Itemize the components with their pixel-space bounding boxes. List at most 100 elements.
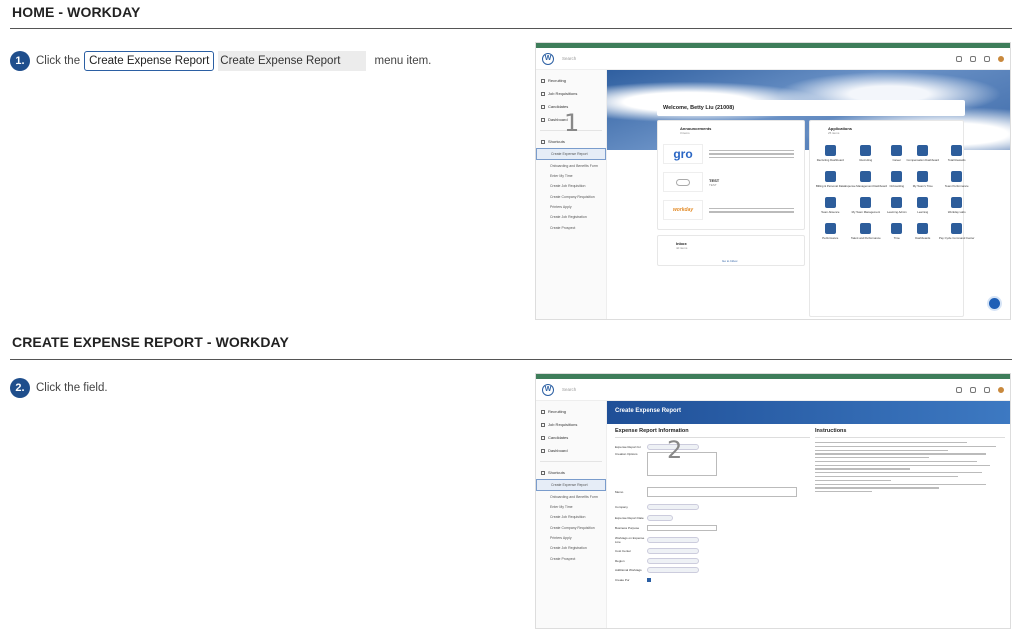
inbox-icon[interactable] bbox=[970, 386, 976, 393]
app-icon bbox=[951, 197, 963, 208]
app-tile[interactable]: Compensation Dashboard bbox=[907, 145, 939, 162]
sidebar-item-dashboard[interactable]: Dashboard bbox=[536, 444, 606, 457]
app-icon bbox=[824, 223, 836, 234]
search-input[interactable]: Search bbox=[562, 387, 576, 392]
search-input[interactable]: Search bbox=[562, 56, 576, 61]
checkbox[interactable] bbox=[647, 577, 651, 582]
inbox-icon[interactable] bbox=[970, 55, 976, 62]
notifications-icon[interactable] bbox=[956, 386, 962, 393]
app-tile[interactable]: Workday Labs bbox=[939, 197, 974, 214]
requisitions-icon bbox=[541, 422, 545, 427]
step-1: 1. Click the Create Expense Report Creat… bbox=[10, 51, 431, 71]
shortcut-item[interactable]: Create Job Registration bbox=[536, 212, 606, 222]
app-tile[interactable]: Pay Cycle Command Center bbox=[939, 223, 974, 240]
cloud-icon bbox=[676, 178, 690, 186]
avatar[interactable] bbox=[998, 55, 1004, 62]
step-number-badge: 1. bbox=[10, 51, 30, 71]
app-icon bbox=[951, 145, 963, 156]
step-instruction: Click the field. bbox=[36, 382, 108, 394]
app-tile[interactable]: Expense Management Dashboard bbox=[845, 171, 887, 188]
sidebar-item-recruiting[interactable]: Recruiting bbox=[536, 405, 606, 418]
applications-grid: Recruiting Dashboard Recruiting Career Comp… bbox=[816, 145, 974, 240]
additional-worktags-field[interactable] bbox=[647, 567, 699, 574]
app-icon bbox=[917, 171, 929, 182]
business-purpose-field[interactable] bbox=[647, 524, 717, 531]
app-tile[interactable]: Learning Admin bbox=[887, 197, 907, 214]
requisitions-icon bbox=[541, 91, 545, 96]
avatar[interactable] bbox=[998, 386, 1004, 393]
shortcut-item[interactable]: Create Job Requisition bbox=[536, 512, 606, 522]
region-field[interactable] bbox=[647, 557, 699, 564]
app-tile[interactable]: Time bbox=[887, 223, 906, 240]
sidebar: Recruiting Job Requisitions Candidates D… bbox=[536, 401, 607, 628]
app-label: Career bbox=[892, 158, 902, 162]
app-tile[interactable]: My Team Management bbox=[845, 197, 887, 214]
app-tile[interactable]: Team Absence bbox=[816, 197, 845, 214]
workday-logo: W bbox=[542, 52, 554, 65]
shortcut-item[interactable]: Printers Apply bbox=[536, 202, 606, 212]
shortcut-create-expense-report[interactable]: Create Expense Report bbox=[536, 479, 606, 492]
app-icon bbox=[917, 145, 929, 156]
app-tile[interactable]: Recruiting Dashboard bbox=[816, 145, 845, 162]
inbox-count: 4d items bbox=[676, 246, 688, 250]
shortcut-item[interactable]: Create Job Registration bbox=[536, 543, 606, 553]
shortcut-item[interactable]: Create Job Requisition bbox=[536, 181, 606, 191]
shortcut-item[interactable]: Create Company Requisition bbox=[536, 192, 606, 202]
app-tile[interactable]: Recruiting bbox=[845, 145, 887, 162]
app-tile[interactable]: Team Performance bbox=[939, 171, 974, 188]
app-tile[interactable]: Learning bbox=[907, 197, 940, 214]
memo-field[interactable] bbox=[647, 486, 797, 497]
app-label: My Team's Time bbox=[912, 184, 933, 188]
dashboard-icon bbox=[541, 117, 545, 122]
cost-center-field[interactable] bbox=[647, 548, 699, 555]
shortcut-item[interactable]: Enter My Time bbox=[536, 502, 606, 512]
expense-report-form: Expense Report Information Expense Repor… bbox=[615, 428, 810, 585]
sidebar-item-recruiting[interactable]: Recruiting bbox=[536, 74, 606, 87]
sidebar-item-job-requisitions[interactable]: Job Requisitions bbox=[536, 87, 606, 100]
app-icon bbox=[951, 171, 963, 182]
workday-header: W Search bbox=[536, 48, 1010, 70]
worktags-field[interactable] bbox=[647, 536, 699, 543]
sidebar-item-candidates[interactable]: Candidates bbox=[536, 431, 606, 444]
sidebar-item-job-requisitions[interactable]: Job Requisitions bbox=[536, 418, 606, 431]
app-tile[interactable]: My Team's Time bbox=[907, 171, 940, 188]
app-tile[interactable]: Talent and Performance bbox=[845, 223, 887, 240]
shortcut-create-expense-report[interactable]: Create Expense Report bbox=[536, 148, 606, 161]
company-field[interactable] bbox=[647, 503, 699, 510]
app-label: Recruiting Dashboard bbox=[816, 158, 844, 162]
shortcut-item[interactable]: Enter My Time bbox=[536, 171, 606, 181]
chat-icon[interactable] bbox=[984, 55, 990, 62]
notifications-icon[interactable] bbox=[956, 55, 962, 62]
app-label: My Team Management bbox=[851, 210, 881, 214]
announcement-item[interactable]: TEST TEST bbox=[663, 171, 803, 193]
app-tile[interactable]: Onboarding bbox=[887, 171, 906, 188]
announcement-item[interactable]: workday bbox=[663, 199, 803, 221]
app-icon bbox=[891, 223, 903, 234]
shortcut-item[interactable]: Printers Apply bbox=[536, 533, 606, 543]
workday-home-screenshot: W Search Recruiting Job Requisitions Can… bbox=[535, 42, 1011, 320]
assistant-button[interactable] bbox=[987, 296, 1002, 311]
shortcut-item[interactable]: Onboarding and Benefits Form bbox=[536, 491, 606, 501]
app-tile[interactable]: Career bbox=[887, 145, 906, 162]
app-tile[interactable]: Billing & Personal Data bbox=[816, 171, 845, 188]
instructions-text bbox=[815, 442, 1005, 493]
app-tile[interactable]: Total Rewards bbox=[939, 145, 974, 162]
shortcuts-heading: Shortcuts bbox=[536, 466, 606, 479]
shortcut-item[interactable]: Create Prospect bbox=[536, 554, 606, 564]
shortcut-item[interactable]: Create Prospect bbox=[536, 223, 606, 233]
app-tile[interactable]: Performance bbox=[816, 223, 845, 240]
app-icon bbox=[824, 145, 836, 156]
star-icon bbox=[541, 470, 545, 475]
shortcut-item[interactable]: Create Company Requisition bbox=[536, 523, 606, 533]
announcement-item[interactable]: gro bbox=[663, 143, 803, 165]
expense-report-date-field[interactable] bbox=[647, 515, 673, 522]
step-number-badge: 2. bbox=[10, 378, 30, 398]
shortcut-item[interactable]: Onboarding and Benefits Form bbox=[536, 160, 606, 170]
app-tile[interactable]: Dashboards bbox=[907, 223, 940, 240]
step-instruction-suffix: menu item. bbox=[374, 55, 432, 67]
go-to-inbox-link[interactable]: Go to Inbox bbox=[722, 259, 738, 263]
chat-icon[interactable] bbox=[984, 386, 990, 393]
candidates-icon bbox=[541, 104, 545, 109]
app-icon bbox=[824, 171, 836, 182]
star-icon bbox=[541, 139, 545, 144]
